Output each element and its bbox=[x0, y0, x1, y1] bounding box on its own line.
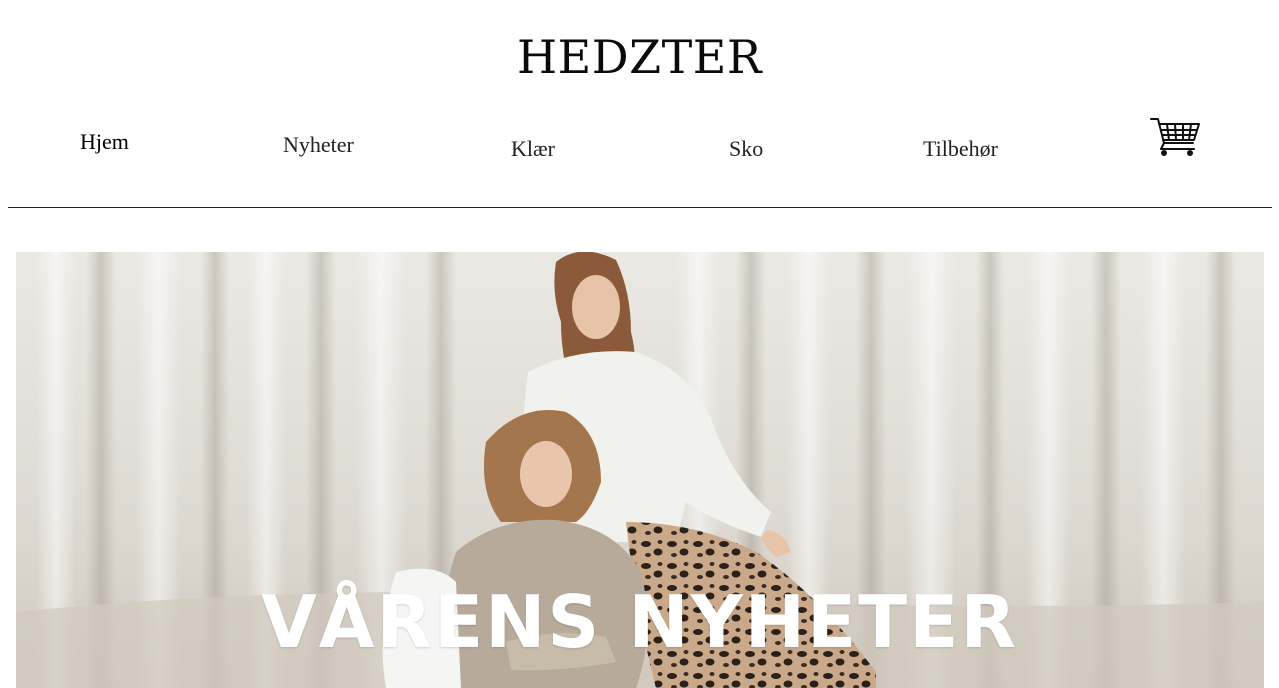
brand-logo[interactable]: HEDZTER bbox=[0, 30, 1279, 84]
header-divider bbox=[8, 207, 1272, 208]
nav-item-nyheter[interactable]: Nyheter bbox=[283, 132, 354, 158]
nav-item-tilbehor[interactable]: Tilbehør bbox=[923, 136, 998, 162]
nav-item-klaer[interactable]: Klær bbox=[511, 136, 555, 162]
hero-title[interactable]: VÅRENS NYHETER bbox=[0, 580, 1279, 664]
nav-item-hjem[interactable]: Hjem bbox=[80, 129, 129, 155]
nav-item-sko[interactable]: Sko bbox=[729, 136, 763, 162]
storefront-page: HEDZTER Hjem Nyheter Klær Sko Tilbehør V… bbox=[0, 0, 1279, 688]
shopping-cart-icon[interactable] bbox=[1149, 116, 1201, 158]
